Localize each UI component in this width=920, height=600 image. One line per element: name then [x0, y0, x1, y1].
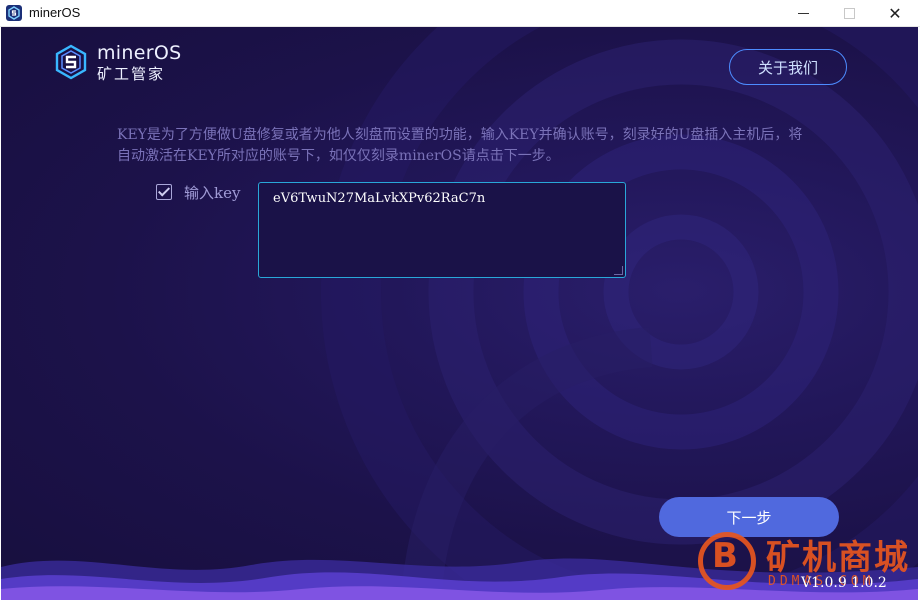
maximize-button[interactable]	[826, 0, 872, 27]
close-button[interactable]: ✕	[872, 0, 918, 27]
app-window: minerOS ✕ minerOS 矿工管家 关于我们 KEY是为了方便做U盘修…	[0, 0, 920, 600]
key-input-field[interactable]: eV6TwuN27MaLvkXPv62RaC7n	[258, 182, 626, 278]
maximize-icon	[843, 8, 855, 19]
close-icon: ✕	[888, 3, 902, 23]
app-icon	[6, 5, 22, 21]
key-input-label: 输入key	[184, 184, 241, 202]
minimize-button[interactable]	[780, 0, 826, 27]
key-description: KEY是为了方便做U盘修复或者为他人刻盘而设置的功能，输入KEY并确认账号，刻录…	[117, 127, 803, 164]
brand-name: minerOS	[97, 42, 182, 64]
main-panel: minerOS 矿工管家 关于我们 KEY是为了方便做U盘修复或者为他人刻盘而设…	[1, 27, 918, 600]
resize-grip-icon[interactable]	[614, 266, 623, 275]
title-bar[interactable]: minerOS ✕	[0, 0, 920, 27]
version-label: V1.0.9 1.0.2	[801, 575, 887, 591]
window-title: minerOS	[29, 5, 81, 20]
key-checkbox[interactable]	[156, 184, 172, 200]
minimize-icon	[797, 13, 809, 14]
key-input-value: eV6TwuN27MaLvkXPv62RaC7n	[273, 191, 486, 206]
mineros-logo-icon	[55, 44, 87, 80]
watermark-mark: B	[712, 536, 738, 576]
brand-subtitle: 矿工管家	[97, 65, 166, 83]
watermark-text: 矿机商城	[766, 538, 910, 578]
about-us-button[interactable]: 关于我们	[729, 49, 847, 85]
